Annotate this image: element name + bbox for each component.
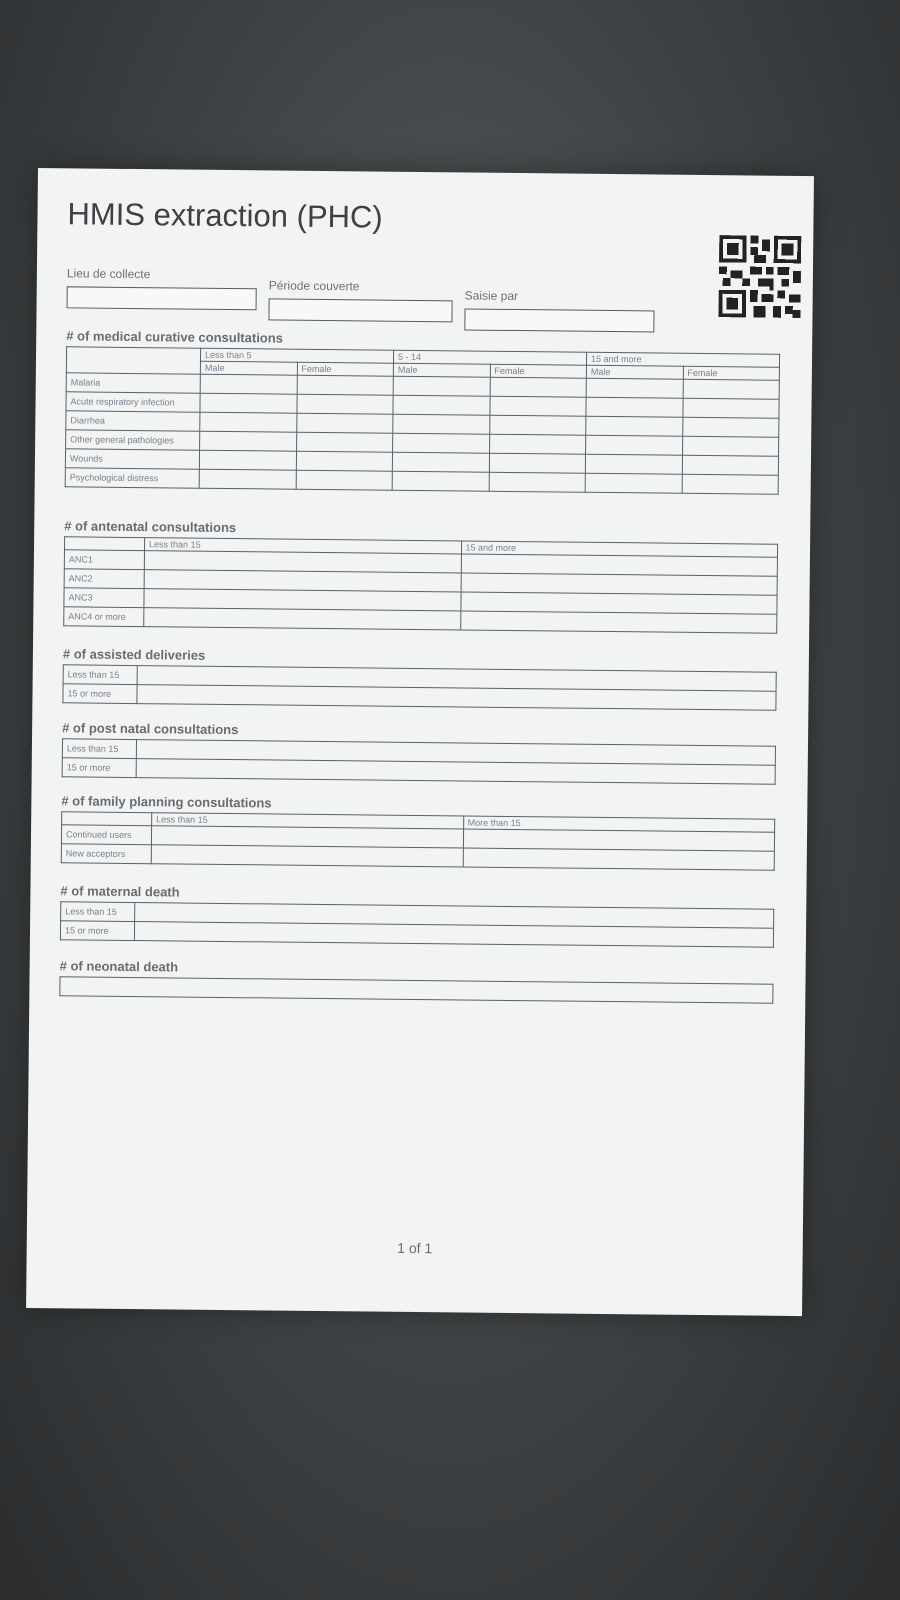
entry-cell[interactable] <box>59 976 773 1004</box>
entry-cell[interactable] <box>462 847 775 871</box>
lieu-field[interactable] <box>66 286 257 311</box>
entry-cell[interactable] <box>392 433 490 454</box>
row-label: Less than 15 <box>63 664 138 685</box>
row-label: 15 or more <box>62 683 138 704</box>
row-label: ANC4 or more <box>63 606 144 627</box>
entry-cell[interactable] <box>199 431 297 452</box>
entry-cell[interactable] <box>585 435 683 456</box>
entry-cell[interactable] <box>392 452 490 473</box>
entry-cell[interactable] <box>585 473 682 494</box>
deliveries-section-title: # of assisted deliveries <box>62 646 206 663</box>
entry-cell[interactable] <box>682 436 779 457</box>
saisie-field[interactable] <box>464 308 655 333</box>
sex-header: Male <box>200 361 297 376</box>
entry-cell[interactable] <box>295 470 393 491</box>
corner-cell <box>64 536 145 551</box>
family-planning-section-title: # of family planning consultations <box>61 793 272 811</box>
entry-cell[interactable] <box>199 393 297 414</box>
neonatal-death-table <box>59 976 773 1004</box>
corner-cell <box>61 811 152 826</box>
sex-header: Male <box>393 363 490 378</box>
form-title: HMIS extraction (PHC) <box>67 196 383 235</box>
sex-header: Female <box>296 362 394 377</box>
row-label: Other general pathologies <box>65 429 200 451</box>
maternal-death-section-title: # of maternal death <box>60 883 180 900</box>
paper-sheet: HMIS extraction (PHC) Lieu de collecte P… <box>26 168 814 1317</box>
periode-label: Période couverte <box>268 278 360 294</box>
page-number: 1 of 1 <box>397 1239 433 1257</box>
row-label: Less than 15 <box>60 901 135 922</box>
corner-cell <box>66 346 201 375</box>
entry-cell[interactable] <box>392 414 490 435</box>
entry-cell[interactable] <box>681 474 779 495</box>
entry-cell[interactable] <box>682 398 780 419</box>
table-row <box>59 976 773 1004</box>
entry-cell[interactable] <box>199 469 296 490</box>
sex-header: Female <box>682 366 780 381</box>
qr-code-icon <box>718 235 802 318</box>
row-label: ANC2 <box>64 568 145 589</box>
periode-field[interactable] <box>268 298 453 323</box>
entry-cell[interactable] <box>489 415 586 436</box>
lieu-label: Lieu de collecte <box>66 266 151 282</box>
neonatal-death-section-title: # of neonatal death <box>59 958 179 975</box>
maternal-death-table: Less than 15 15 or more <box>60 901 774 948</box>
row-label: ANC1 <box>64 549 145 570</box>
entry-cell[interactable] <box>199 450 297 471</box>
entry-cell[interactable] <box>488 472 586 493</box>
postnatal-table: Less than 15 15 or more <box>62 738 776 785</box>
entry-cell[interactable] <box>681 455 779 476</box>
entry-cell[interactable] <box>585 397 683 418</box>
entry-cell[interactable] <box>151 844 463 867</box>
entry-cell[interactable] <box>489 396 587 417</box>
antenatal-table: Less than 15 15 and more ANC1 ANC2 ANC3 … <box>63 536 778 634</box>
row-label: Wounds <box>65 448 200 470</box>
sex-header: Female <box>489 364 587 379</box>
deliveries-table: Less than 15 15 or more <box>62 664 777 711</box>
entry-cell[interactable] <box>488 453 586 474</box>
entry-cell[interactable] <box>489 434 586 455</box>
family-planning-table: Less than 15 More than 15 Continued user… <box>61 811 776 871</box>
entry-cell[interactable] <box>392 395 490 416</box>
entry-cell[interactable] <box>296 413 393 434</box>
row-label: Malaria <box>66 372 201 394</box>
sex-header: Male <box>586 365 683 380</box>
row-label: Diarrhea <box>65 410 200 432</box>
entry-cell[interactable] <box>682 379 780 400</box>
entry-cell[interactable] <box>682 417 779 438</box>
row-label: Continued users <box>61 824 152 845</box>
entry-cell[interactable] <box>296 432 393 453</box>
row-label: Acute respiratory infection <box>65 391 201 413</box>
row-label: New acceptors <box>61 843 152 864</box>
row-label: 15 or more <box>60 920 135 941</box>
entry-cell[interactable] <box>392 471 489 492</box>
row-label: 15 or more <box>62 757 137 778</box>
entry-cell[interactable] <box>586 378 683 399</box>
row-label: Psychological distress <box>65 467 200 489</box>
entry-cell[interactable] <box>489 377 587 398</box>
curative-section-title: # of medical curative consultations <box>66 328 284 346</box>
entry-cell[interactable] <box>585 416 683 437</box>
entry-cell[interactable] <box>585 454 683 475</box>
row-label: ANC3 <box>63 587 145 608</box>
postnatal-section-title: # of post natal consultations <box>62 720 239 738</box>
entry-cell[interactable] <box>393 376 490 397</box>
entry-cell[interactable] <box>200 374 297 395</box>
saisie-label: Saisie par <box>464 288 519 304</box>
entry-cell[interactable] <box>296 375 394 396</box>
curative-table: Less than 5 5 - 14 15 and more Male Fema… <box>65 346 780 495</box>
entry-cell[interactable] <box>143 607 461 630</box>
row-label: Less than 15 <box>62 738 137 759</box>
antenatal-section-title: # of antenatal consultations <box>64 518 237 536</box>
entry-cell[interactable] <box>295 451 393 472</box>
entry-cell[interactable] <box>199 412 297 433</box>
entry-cell[interactable] <box>296 394 394 415</box>
entry-cell[interactable] <box>460 610 777 634</box>
